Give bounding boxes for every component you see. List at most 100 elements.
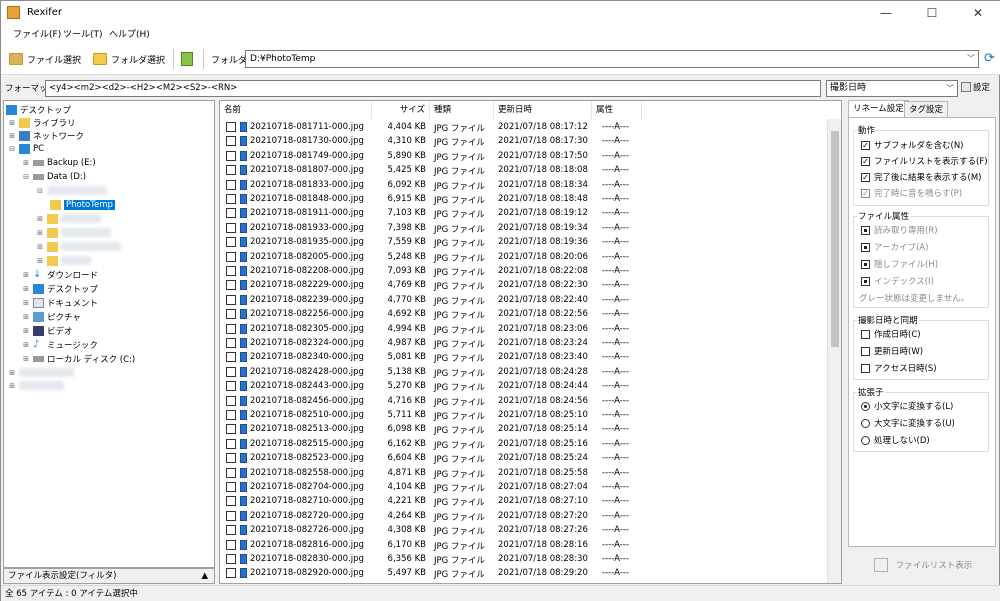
tree-item-library[interactable]: ⊞ ライブラリ [8,116,76,129]
folder-tree[interactable]: デスクトップ ⊞ ライブラリ ⊞ ネットワーク ⊟ PC ⊞ Backup (E… [3,100,215,568]
radio-unselected[interactable] [861,418,870,428]
table-row[interactable]: 20210718-081933-000.jpg 7,398 KB JPG ファイル 2… [220,222,826,236]
tree-item-videos[interactable]: ⊞ ビデオ [22,324,73,337]
expand-icon[interactable]: ⊞ [36,257,44,265]
scrollbar-thumb[interactable] [831,131,839,347]
column-header-name[interactable]: 名前 [220,101,372,119]
table-row[interactable]: 20210718-082726-000.jpg 4,308 KB JPG ファイル 2… [220,524,826,538]
row-checkbox[interactable] [226,280,236,291]
row-checkbox[interactable] [226,294,236,305]
checkbox-unchecked[interactable] [861,363,870,373]
expand-icon[interactable]: ⊞ [22,271,30,279]
row-checkbox[interactable] [226,309,236,320]
expand-icon[interactable]: ⊞ [22,159,30,167]
row-checkbox[interactable] [226,179,236,190]
tree-item-desktop2[interactable]: ⊞ デスクトップ [22,282,98,295]
table-row[interactable]: 20210718-082720-000.jpg 4,264 KB JPG ファイル 2… [220,510,826,524]
table-row[interactable]: 20210718-082428-000.jpg 5,138 KB JPG ファイル 2… [220,366,826,380]
expand-icon[interactable]: ⊞ [36,243,44,251]
menu-help[interactable]: ヘルプ(H) [109,27,150,40]
file-list-show-button[interactable]: ファイルリスト表示 [850,549,996,581]
tree-item-network[interactable]: ⊞ ネットワーク [8,129,84,142]
row-checkbox[interactable] [226,539,236,550]
table-row[interactable]: 20210718-082443-000.jpg 5,270 KB JPG ファイル 2… [220,380,826,394]
checkbox-unchecked[interactable] [861,346,870,356]
expand-icon[interactable]: ⊞ [22,355,30,363]
row-checkbox[interactable] [226,136,236,147]
checkbox-indeterminate[interactable] [861,259,870,269]
table-row[interactable]: 20210718-082256-000.jpg 4,692 KB JPG ファイル 2… [220,308,826,322]
file-select-button[interactable]: ファイル選択 [9,47,81,71]
menu-tools[interactable]: ツール(T) [63,27,103,40]
expand-icon[interactable]: ⊞ [22,341,30,349]
table-row[interactable]: 20210718-081730-000.jpg 4,310 KB JPG ファイル 2… [220,135,826,149]
expand-icon[interactable]: ⊞ [8,369,16,377]
table-row[interactable]: 20210718-082305-000.jpg 4,994 KB JPG ファイル 2… [220,323,826,337]
row-checkbox[interactable] [226,568,236,579]
row-checkbox[interactable] [226,122,236,132]
tree-item-music[interactable]: ⊞ ♪ ミュージック [22,338,98,351]
checkbox-checked[interactable]: ✓ [861,172,870,182]
expand-icon[interactable]: ⊞ [36,229,44,237]
table-row[interactable]: 20210718-081833-000.jpg 6,092 KB JPG ファイル 2… [220,179,826,193]
expand-icon[interactable]: ⊞ [36,215,44,223]
checkbox-indeterminate[interactable] [861,242,870,252]
table-row[interactable]: 20210718-082208-000.jpg 7,093 KB JPG ファイル 2… [220,265,826,279]
tree-item-blurred[interactable]: ⊟ [36,184,107,197]
table-row[interactable]: 20210718-081807-000.jpg 5,425 KB JPG ファイル 2… [220,164,826,178]
checkbox-checked[interactable]: ✓ [861,140,870,150]
row-checkbox[interactable] [226,496,236,507]
row-checkbox[interactable] [226,323,236,334]
menu-file[interactable]: ファイル(F) [13,27,61,40]
attr-hidden[interactable]: 隠しファイル(H) [861,258,938,270]
ext-lowercase[interactable]: 小文字に変換する(L) [861,400,953,412]
tree-item-documents[interactable]: ⊞ ドキュメント [22,296,98,309]
tab-tag-settings[interactable]: タグ設定 [904,101,949,118]
folder-select-button[interactable]: フォルダ選択 [93,47,165,71]
row-checkbox[interactable] [226,438,236,449]
row-checkbox[interactable] [226,366,236,377]
tree-item-pc[interactable]: ⊟ PC [8,142,44,155]
filter-settings-bar[interactable]: ファイル表示設定(フィルタ) ▲ [3,568,215,584]
checkbox-checked-disabled[interactable]: ✓ [861,188,870,198]
row-checkbox[interactable] [226,266,236,276]
date-source-select[interactable]: 撮影日時 ﹀ [826,80,958,97]
row-checkbox[interactable] [226,467,236,478]
row-checkbox[interactable] [226,410,236,420]
checkbox-unchecked[interactable] [861,329,870,339]
option-show-file-list[interactable]: ✓ ファイルリストを表示する(F) [861,155,988,167]
table-row[interactable]: 20210718-081911-000.jpg 7,103 KB JPG ファイル 2… [220,207,826,221]
format-settings-button[interactable]: 設定 [961,81,990,93]
row-checkbox[interactable] [226,194,236,204]
row-checkbox[interactable] [226,222,236,233]
ext-uppercase[interactable]: 大文字に変換する(U) [861,417,955,429]
chevron-down-icon[interactable]: ﹀ [967,51,975,67]
rename-run-button[interactable] [181,47,193,71]
row-checkbox[interactable] [226,424,236,435]
file-list[interactable]: 名前 サイズ 種類 更新日時 属性 20210718-081711-000.jp… [219,100,842,584]
row-checkbox[interactable] [226,208,236,219]
row-checkbox[interactable] [226,150,236,161]
column-header-type[interactable]: 種類 [430,101,494,119]
expand-icon[interactable]: ⊞ [22,299,30,307]
tree-item-downloads[interactable]: ⊞ ↓ ダウンロード [22,268,98,281]
expand-icon[interactable]: ⊞ [22,285,30,293]
tree-item-blurred[interactable]: ⊞ [36,240,121,253]
row-checkbox[interactable] [226,165,236,176]
vertical-scrollbar[interactable] [827,119,841,583]
row-checkbox[interactable] [226,237,236,248]
tree-item-blurred[interactable]: ⊞ [36,212,101,225]
tree-item-local-disk[interactable]: ⊞ ローカル ディスク (C:) [22,352,135,365]
tree-item-desktop[interactable]: デスクトップ [6,103,71,116]
sync-created[interactable]: 作成日時(C) [861,328,921,340]
table-row[interactable]: 20210718-082456-000.jpg 4,716 KB JPG ファイル 2… [220,395,826,409]
sync-accessed[interactable]: アクセス日時(S) [861,362,937,374]
checkbox-indeterminate[interactable] [861,225,870,235]
collapse-icon[interactable]: ⊟ [36,187,44,195]
option-play-sound[interactable]: ✓ 完了時に音を鳴らす(P) [861,187,962,199]
checkbox-indeterminate[interactable] [861,276,870,286]
expand-icon[interactable]: ⊞ [8,382,16,390]
table-row[interactable]: 20210718-082920-000.jpg 5,497 KB JPG ファイル 2… [220,567,826,581]
tree-item-backup[interactable]: ⊞ Backup (E:) [22,156,96,169]
table-row[interactable]: 20210718-082830-000.jpg 6,356 KB JPG ファイル 2… [220,553,826,567]
